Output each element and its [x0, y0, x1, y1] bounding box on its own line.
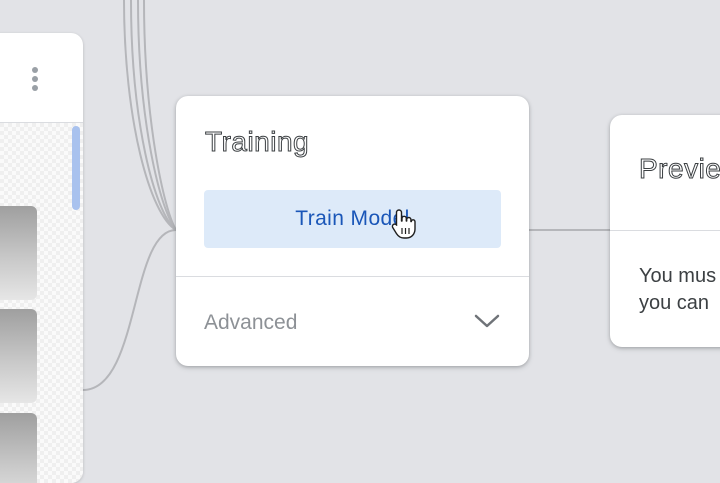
preview-message-line: you can — [639, 292, 710, 314]
scrollbar-thumb[interactable] — [72, 126, 80, 210]
sample-thumbnail[interactable] — [0, 309, 37, 403]
sample-list — [0, 123, 83, 483]
hand-pointer-icon — [391, 209, 416, 239]
sample-thumbnail[interactable] — [0, 413, 37, 483]
training-card: Training Train Model Advanced — [176, 96, 529, 366]
preview-message: You mus you can — [639, 263, 720, 317]
more-vert-icon[interactable] — [29, 67, 41, 95]
train-model-button[interactable]: Train Model — [204, 190, 501, 248]
advanced-label: Advanced — [204, 311, 298, 334]
preview-message-line: You mus — [639, 265, 717, 287]
preview-title: Previe — [638, 153, 720, 185]
card-divider — [610, 230, 720, 231]
dataset-panel — [0, 33, 83, 483]
preview-card: Previe You mus you can — [610, 115, 720, 347]
chevron-down-icon[interactable] — [473, 312, 501, 330]
training-title: Training — [204, 126, 310, 158]
advanced-toggle[interactable]: Advanced — [176, 277, 529, 366]
connector-line — [82, 229, 177, 391]
sample-thumbnail[interactable] — [0, 206, 37, 300]
